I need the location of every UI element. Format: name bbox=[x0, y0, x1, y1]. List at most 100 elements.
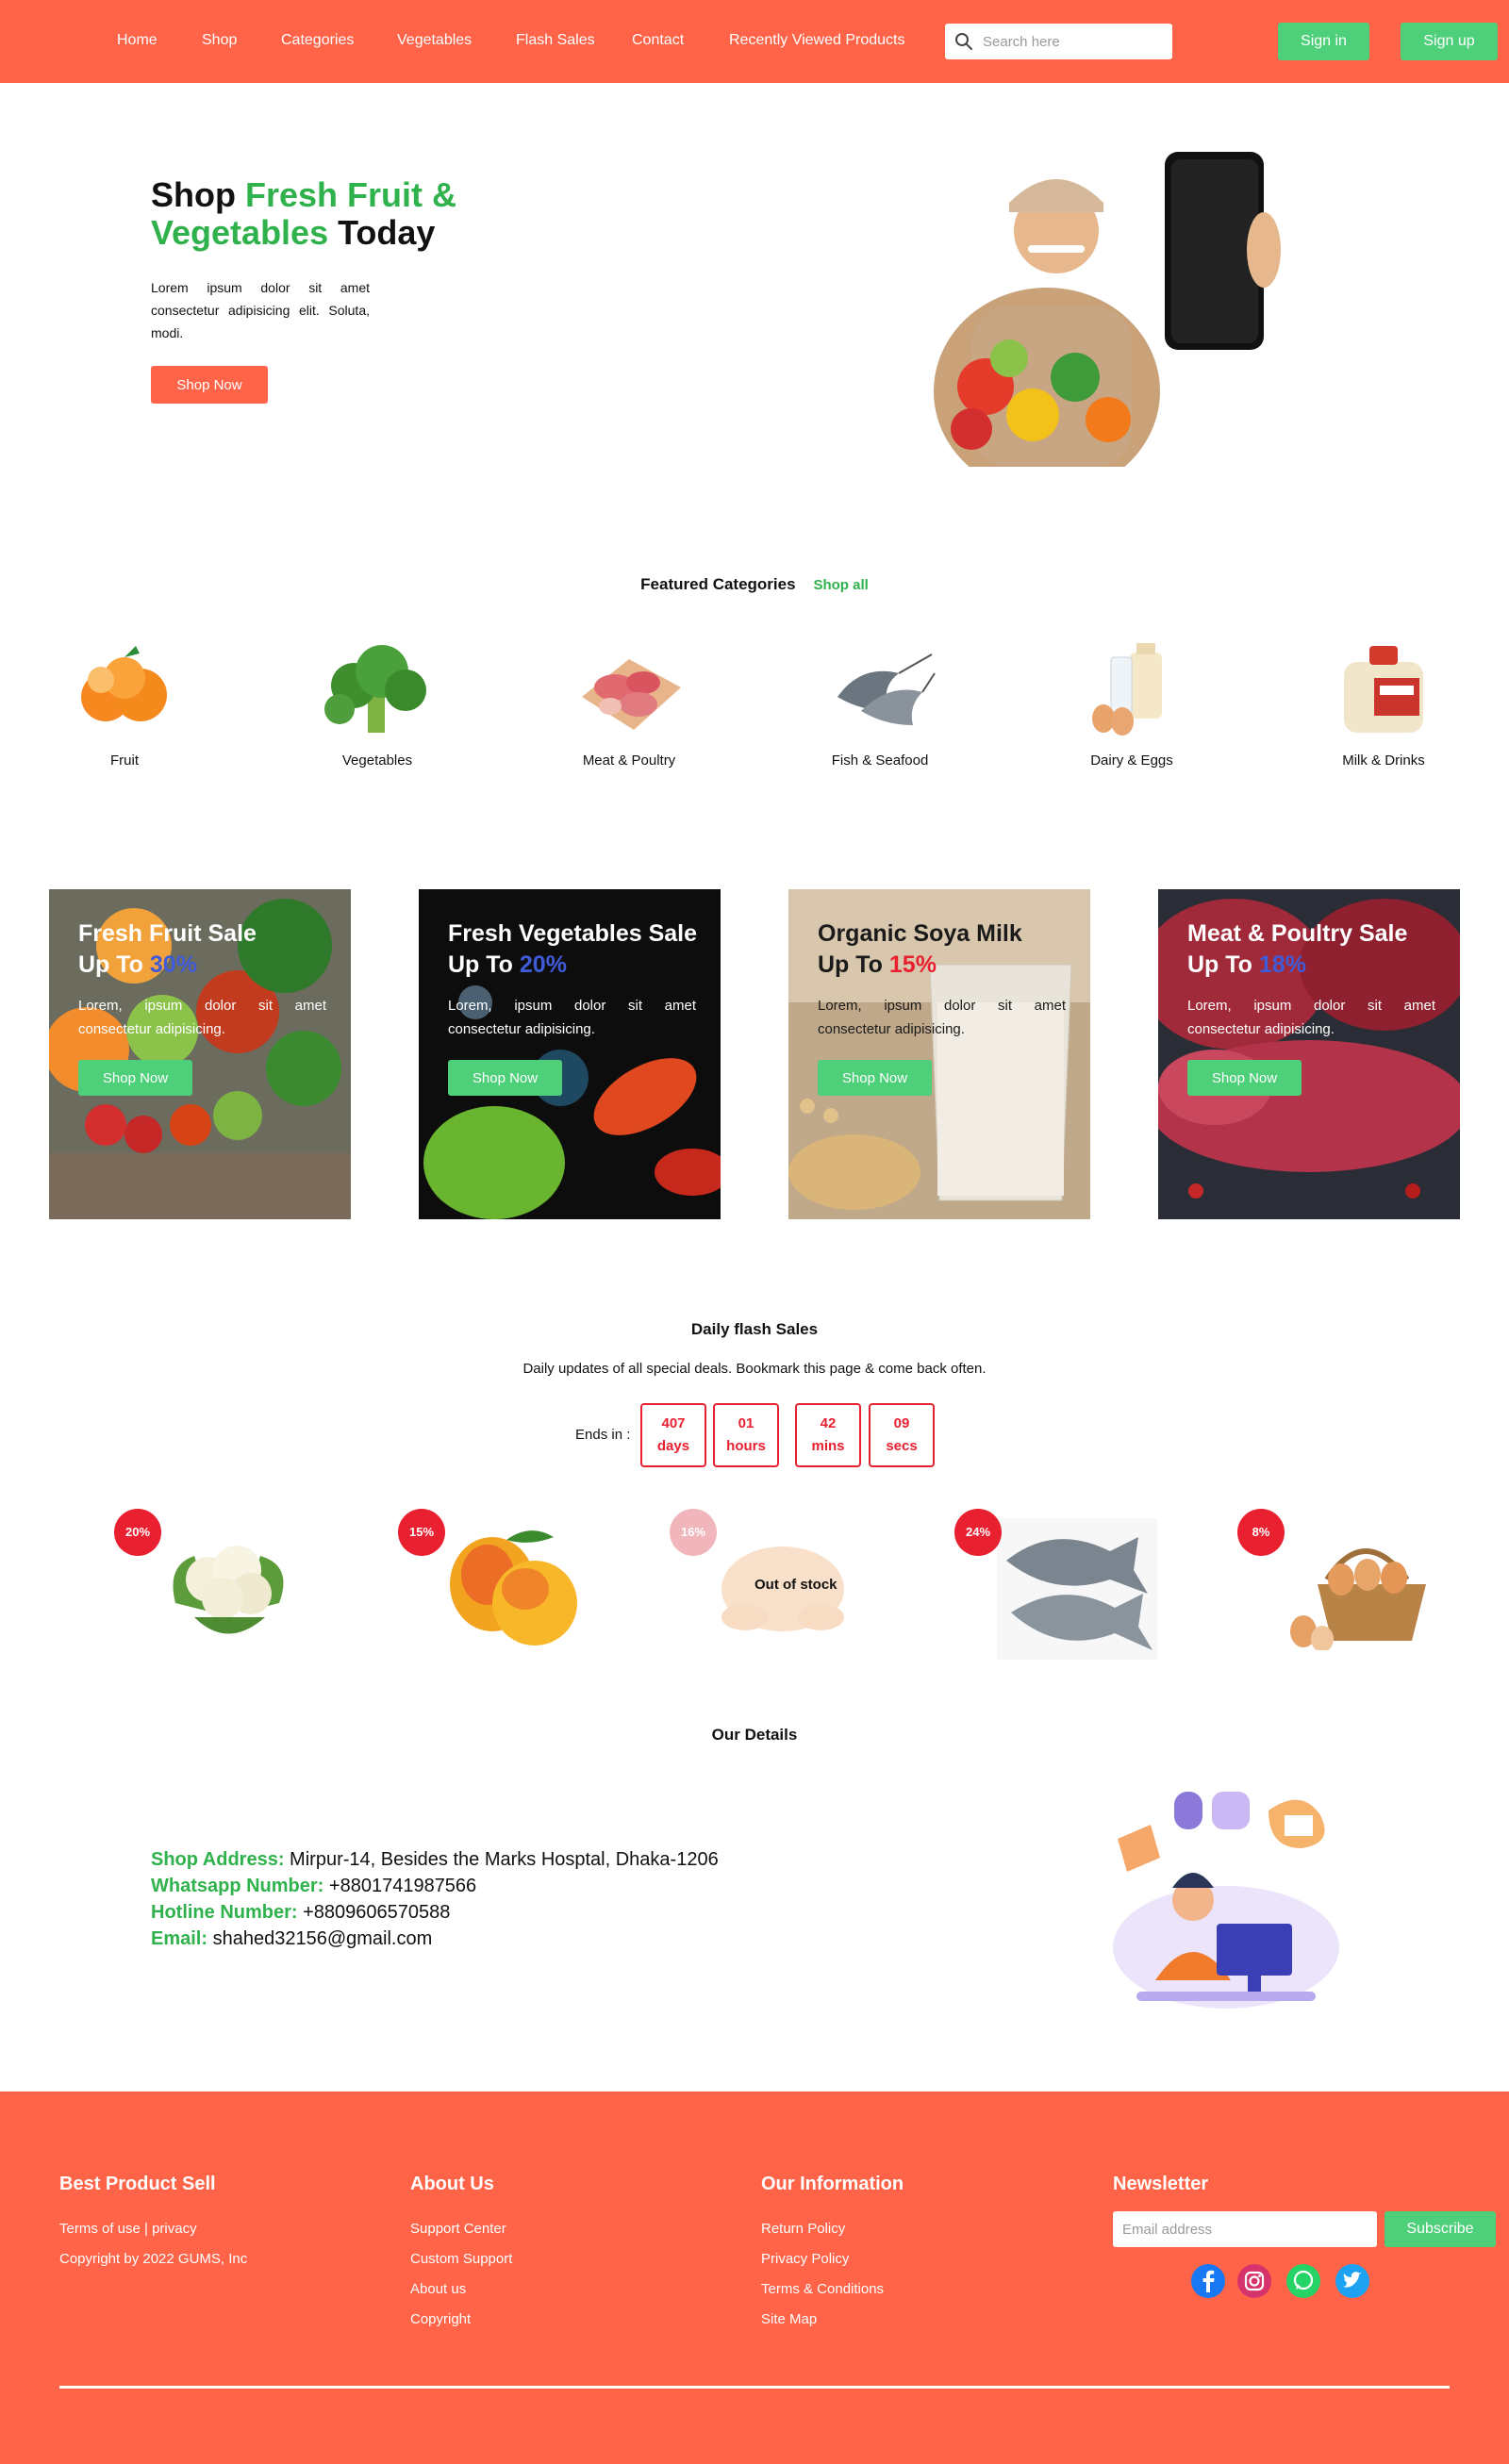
category-vegetables[interactable]: Vegetables bbox=[292, 632, 462, 769]
category-fish-seafood[interactable]: Fish & Seafood bbox=[795, 632, 965, 769]
fruit-image bbox=[81, 646, 167, 721]
promo-card-soya-milk: Organic Soya Milk Up To 15% Lorem, ipsum… bbox=[788, 889, 1090, 1219]
whatsapp-icon[interactable] bbox=[1285, 2263, 1321, 2299]
promo-card-fruit: Fresh Fruit Sale Up To 30% Lorem, ipsum … bbox=[49, 889, 351, 1219]
flash-product-mango[interactable]: 15% bbox=[398, 1509, 605, 1660]
nav-recently-viewed[interactable]: Recently Viewed Products bbox=[729, 32, 904, 49]
flash-product-chicken[interactable]: 16% Out of stock bbox=[670, 1509, 877, 1660]
footer-link[interactable]: Terms & Conditions bbox=[761, 2274, 904, 2305]
promo-shop-now-button[interactable]: Shop Now bbox=[818, 1060, 932, 1096]
category-fruit[interactable]: Fruit bbox=[40, 632, 209, 769]
promo-upto: Up To 20% bbox=[448, 951, 567, 978]
nav-contact[interactable]: Contact bbox=[632, 32, 684, 49]
nav-shop[interactable]: Shop bbox=[202, 32, 237, 49]
shrimp-image bbox=[837, 653, 936, 725]
promo-description: Lorem, ipsum dolor sit amet consectetur … bbox=[1187, 998, 1435, 1037]
search-box bbox=[945, 24, 1172, 59]
broccoli-image bbox=[324, 644, 426, 733]
flash-product-cauliflower[interactable]: 20% bbox=[114, 1509, 322, 1660]
fish-image bbox=[997, 1518, 1157, 1660]
nav-flash-sales[interactable]: Flash Sales bbox=[516, 32, 595, 49]
promo-percent: 30% bbox=[149, 951, 197, 978]
footer-link[interactable]: Terms of use | privacy bbox=[59, 2214, 247, 2244]
detail-email: Email: shahed32156@gmail.com bbox=[151, 1928, 433, 1949]
facebook-icon[interactable] bbox=[1190, 2263, 1226, 2299]
flash-subtitle: Daily updates of all special deals. Book… bbox=[522, 1361, 987, 1377]
footer-col-information: Our Information Return Policy Privacy Po… bbox=[761, 2174, 904, 2335]
ends-in-label: Ends in : bbox=[575, 1427, 631, 1443]
timer-hours: 01 hours bbox=[713, 1403, 779, 1467]
shop-all-link[interactable]: Shop all bbox=[813, 577, 868, 593]
featured-heading: Featured Categories Shop all bbox=[0, 575, 1509, 594]
instagram-icon[interactable] bbox=[1236, 2263, 1272, 2299]
footer-link[interactable]: Support Center bbox=[410, 2214, 512, 2244]
promo-card-vegetables: Fresh Vegetables Sale Up To 20% Lorem, i… bbox=[419, 889, 721, 1219]
cauliflower-image bbox=[173, 1546, 284, 1634]
mango-image bbox=[450, 1530, 577, 1645]
promo-percent: 20% bbox=[519, 951, 567, 978]
twitter-icon[interactable] bbox=[1335, 2263, 1370, 2299]
footer-col-about: About Us Support Center Custom Support A… bbox=[410, 2174, 512, 2335]
detail-hotline: Hotline Number: +8809606570588 bbox=[151, 1902, 451, 1923]
category-dairy-eggs[interactable]: Dairy & Eggs bbox=[1047, 632, 1217, 769]
top-navbar: Home Shop Categories Vegetables Flash Sa… bbox=[0, 0, 1509, 83]
category-milk-drinks[interactable]: Milk & Drinks bbox=[1299, 632, 1468, 769]
search-input[interactable] bbox=[983, 31, 1162, 52]
discount-badge: 16% bbox=[670, 1509, 717, 1556]
newsletter-email-input[interactable] bbox=[1113, 2211, 1377, 2247]
flash-product-eggs[interactable]: 8% bbox=[1237, 1509, 1445, 1660]
dairy-eggs-image bbox=[1092, 642, 1162, 736]
customer-support-illustration bbox=[1113, 1792, 1339, 2009]
footer-link[interactable]: Custom Support bbox=[410, 2244, 512, 2274]
eggs-basket-image bbox=[1290, 1548, 1426, 1650]
hero-title: Shop Fresh Fruit & Vegetables Today bbox=[151, 175, 456, 252]
promo-upto: Up To 30% bbox=[78, 951, 197, 978]
promo-card-meat: Meat & Poultry Sale Up To 18% Lorem, ips… bbox=[1158, 889, 1460, 1219]
promo-title: Organic Soya Milk bbox=[818, 920, 1022, 947]
discount-badge: 20% bbox=[114, 1509, 161, 1556]
copyright-text: Copyright by 2022 GUMS, Inc bbox=[59, 2251, 248, 2267]
promo-shop-now-button[interactable]: Shop Now bbox=[448, 1060, 562, 1096]
footer-col-newsletter: Newsletter bbox=[1113, 2174, 1209, 2194]
signin-button[interactable]: Sign in bbox=[1278, 23, 1369, 60]
contact-details: Shop Address: Mirpur-14, Besides the Mar… bbox=[151, 1846, 719, 1952]
footer-link[interactable]: Copyright bbox=[410, 2305, 512, 2335]
promo-title: Meat & Poultry Sale bbox=[1187, 920, 1408, 947]
milk-jug-image bbox=[1344, 645, 1423, 733]
discount-badge: 15% bbox=[398, 1509, 445, 1556]
footer-link[interactable]: About us bbox=[410, 2274, 512, 2305]
featured-title: Featured Categories bbox=[640, 575, 796, 593]
promo-percent: 15% bbox=[888, 951, 937, 978]
promo-shop-now-button[interactable]: Shop Now bbox=[1187, 1060, 1302, 1096]
footer-divider bbox=[59, 2386, 1450, 2389]
footer-col-best-product: Best Product Sell Terms of use | privacy… bbox=[59, 2174, 247, 2274]
delivery-man-image bbox=[934, 152, 1281, 467]
promo-upto: Up To 15% bbox=[818, 951, 937, 978]
nav-categories[interactable]: Categories bbox=[281, 32, 354, 49]
timer-secs: 09 secs bbox=[869, 1403, 935, 1467]
footer: Best Product Sell Terms of use | privacy… bbox=[0, 2092, 1509, 2464]
promo-shop-now-button[interactable]: Shop Now bbox=[78, 1060, 192, 1096]
timer-days: 407 days bbox=[640, 1403, 706, 1467]
hero-shop-now-button[interactable]: Shop Now bbox=[151, 366, 268, 404]
promo-title: Fresh Vegetables Sale bbox=[448, 920, 698, 947]
promo-upto: Up To 18% bbox=[1187, 951, 1306, 978]
out-of-stock-label: Out of stock bbox=[754, 1577, 837, 1593]
nav-vegetables[interactable]: Vegetables bbox=[397, 32, 472, 49]
signup-button[interactable]: Sign up bbox=[1401, 23, 1498, 60]
flash-product-fish[interactable]: 24% bbox=[954, 1509, 1162, 1660]
subscribe-button[interactable]: Subscribe bbox=[1385, 2211, 1496, 2247]
flash-title: Daily flash Sales bbox=[690, 1320, 819, 1338]
footer-link[interactable]: Privacy Policy bbox=[761, 2244, 904, 2274]
footer-link[interactable]: Site Map bbox=[761, 2305, 904, 2335]
discount-badge: 8% bbox=[1237, 1509, 1285, 1556]
nav-home[interactable]: Home bbox=[117, 32, 158, 49]
detail-whatsapp: Whatsapp Number: +8801741987566 bbox=[151, 1876, 477, 1896]
category-meat-poultry[interactable]: Meat & Poultry bbox=[544, 632, 714, 769]
search-icon bbox=[955, 33, 972, 50]
footer-link[interactable]: Return Policy bbox=[761, 2214, 904, 2244]
promo-description: Lorem, ipsum dolor sit amet consectetur … bbox=[448, 998, 696, 1037]
detail-address: Shop Address: Mirpur-14, Besides the Mar… bbox=[151, 1849, 719, 1870]
promo-description: Lorem, ipsum dolor sit amet consectetur … bbox=[818, 998, 1066, 1037]
promo-percent: 18% bbox=[1258, 951, 1306, 978]
